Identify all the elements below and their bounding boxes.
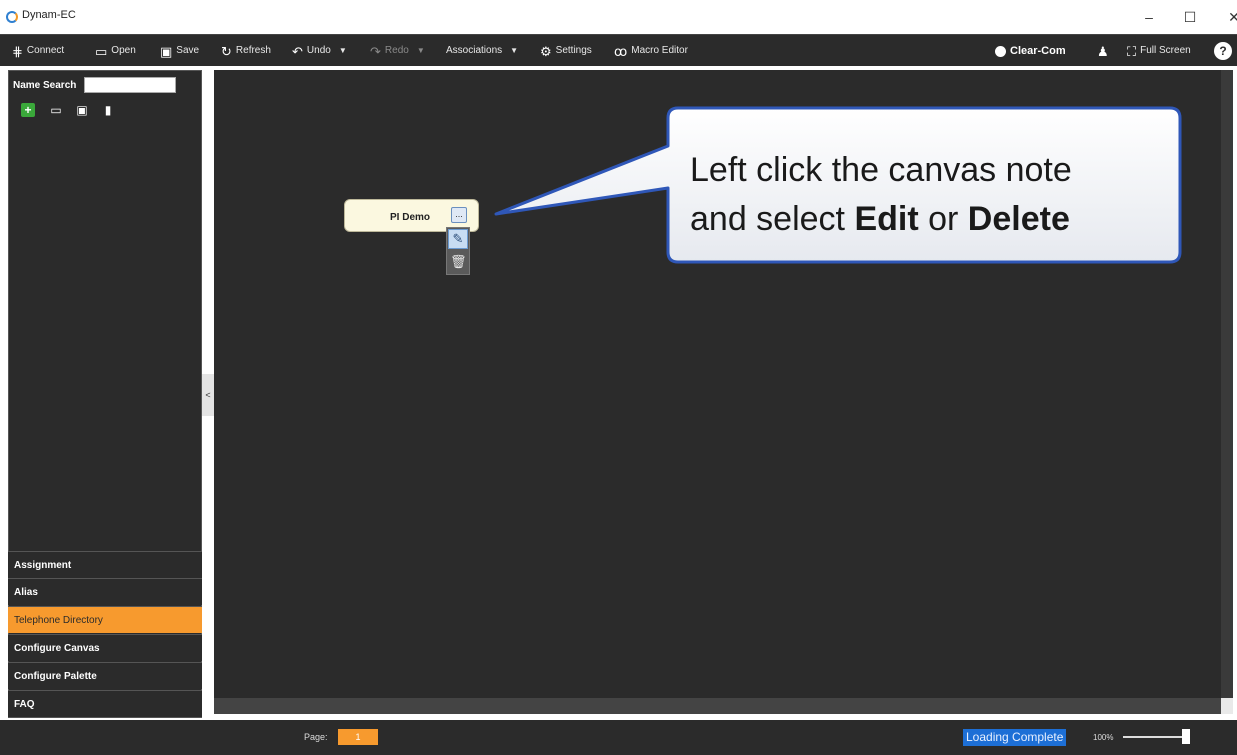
- loading-status: Loading Complete: [963, 729, 1067, 746]
- callout-prefix: and select: [690, 200, 855, 238]
- nav-item-assignment[interactable]: Assignment: [8, 551, 202, 578]
- callout-text: Left click the canvas note and select Ed…: [690, 146, 1160, 244]
- macro-editor-label: Macro Editor: [631, 45, 688, 56]
- nav-item-faq[interactable]: FAQ: [8, 690, 202, 717]
- gear-icon: ⚙: [540, 43, 552, 59]
- title-bar: Dynam-EC – ☐ ✕: [0, 0, 1237, 34]
- maximize-button[interactable]: ☐: [1180, 8, 1200, 26]
- scrollbar-thumb[interactable]: [1221, 698, 1233, 714]
- app-logo-icon: [6, 11, 18, 23]
- callout-line-1: Left click the canvas note: [690, 151, 1072, 189]
- settings-label: Settings: [555, 45, 592, 56]
- undo-button[interactable]: ↶ Undo ▼: [292, 35, 347, 67]
- nav-item-configure-palette[interactable]: Configure Palette: [8, 662, 202, 689]
- clear-com-logo: Clear-Com: [995, 35, 1066, 67]
- refresh-icon: ↻: [221, 43, 232, 59]
- connect-icon: ⋕: [12, 43, 23, 59]
- delete-note-icon[interactable]: 🗑: [450, 253, 467, 271]
- save-button[interactable]: ▣ Save: [160, 35, 199, 67]
- nav-item-alias[interactable]: Alias: [8, 578, 202, 605]
- associations-label: Associations: [446, 45, 503, 56]
- name-search-input[interactable]: [84, 77, 176, 93]
- save-icon[interactable]: ▣: [75, 103, 89, 117]
- connect-label: Connect: [26, 45, 65, 56]
- associations-dropdown[interactable]: Associations ▼: [446, 35, 518, 67]
- undo-dropdown-icon[interactable]: ▼: [339, 35, 347, 67]
- user-button[interactable]: ♟: [1097, 35, 1109, 67]
- undo-label: Undo: [306, 45, 331, 56]
- open-button[interactable]: ▭ Open: [95, 35, 136, 67]
- undo-icon: ↶: [292, 43, 303, 59]
- callout-line-2: and select Edit or Delete: [690, 195, 1160, 244]
- redo-icon: ↷: [370, 43, 381, 59]
- edit-note-icon[interactable]: ✎: [448, 229, 468, 249]
- zoom-label: 100%: [1093, 733, 1114, 742]
- nav-item-configure-canvas[interactable]: Configure Canvas: [8, 634, 202, 661]
- zoom-slider-thumb[interactable]: [1182, 729, 1190, 744]
- trash-icon[interactable]: ▮: [101, 103, 115, 117]
- refresh-button[interactable]: ↻ Refresh: [221, 35, 271, 67]
- folder-open-icon: ▭: [95, 43, 108, 59]
- folder-icon[interactable]: ▭: [49, 103, 63, 117]
- brand-label: Clear-Com: [1010, 45, 1066, 57]
- full-screen-button[interactable]: ⛶ Full Screen: [1127, 35, 1191, 67]
- macro-icon: ꝏ: [614, 43, 628, 59]
- canvas-note-title: PI Demo: [390, 212, 431, 223]
- expand-icon: ⛶: [1127, 43, 1137, 59]
- save-icon: ▣: [160, 43, 173, 59]
- window-title: Dynam-EC: [22, 9, 76, 21]
- canvas-note-menu-button[interactable]: ...: [451, 207, 467, 223]
- vertical-scrollbar[interactable]: [1221, 70, 1233, 698]
- help-icon[interactable]: ?: [1214, 42, 1232, 60]
- nav-item-telephone-directory[interactable]: Telephone Directory: [8, 606, 202, 633]
- redo-label: Redo: [384, 45, 409, 56]
- refresh-label: Refresh: [235, 45, 271, 56]
- name-search-label: Name Search: [13, 80, 77, 91]
- callout-edit-word: Edit: [854, 200, 919, 238]
- user-icon: ♟: [1097, 43, 1109, 59]
- minimize-button[interactable]: –: [1139, 8, 1159, 26]
- collapse-panel-handle[interactable]: <: [202, 374, 214, 416]
- zoom-slider-track[interactable]: [1123, 736, 1185, 738]
- callout-delete-word: Delete: [967, 200, 1070, 238]
- save-label: Save: [176, 45, 200, 56]
- redo-dropdown-icon[interactable]: ▼: [417, 35, 425, 67]
- macro-editor-button[interactable]: ꝏ Macro Editor: [614, 35, 688, 67]
- connect-button[interactable]: ⋕ Connect: [12, 35, 64, 67]
- horizontal-scrollbar[interactable]: [214, 698, 1221, 714]
- page-label: Page:: [304, 732, 328, 742]
- close-button[interactable]: ✕: [1224, 8, 1237, 26]
- open-label: Open: [111, 45, 136, 56]
- clear-com-logo-icon: [995, 45, 1006, 57]
- settings-button[interactable]: ⚙ Settings: [540, 35, 592, 67]
- page-number-input[interactable]: 1: [338, 729, 378, 745]
- full-screen-label: Full Screen: [1140, 45, 1191, 56]
- main-toolbar: ⋕ Connect ▭ Open ▣ Save ↻ Refresh ↶ Undo…: [0, 34, 1237, 66]
- callout-or-word: or: [918, 200, 968, 238]
- add-icon[interactable]: +: [21, 103, 35, 117]
- redo-button[interactable]: ↷ Redo ▼: [370, 35, 425, 67]
- chevron-down-icon: ▼: [510, 46, 519, 55]
